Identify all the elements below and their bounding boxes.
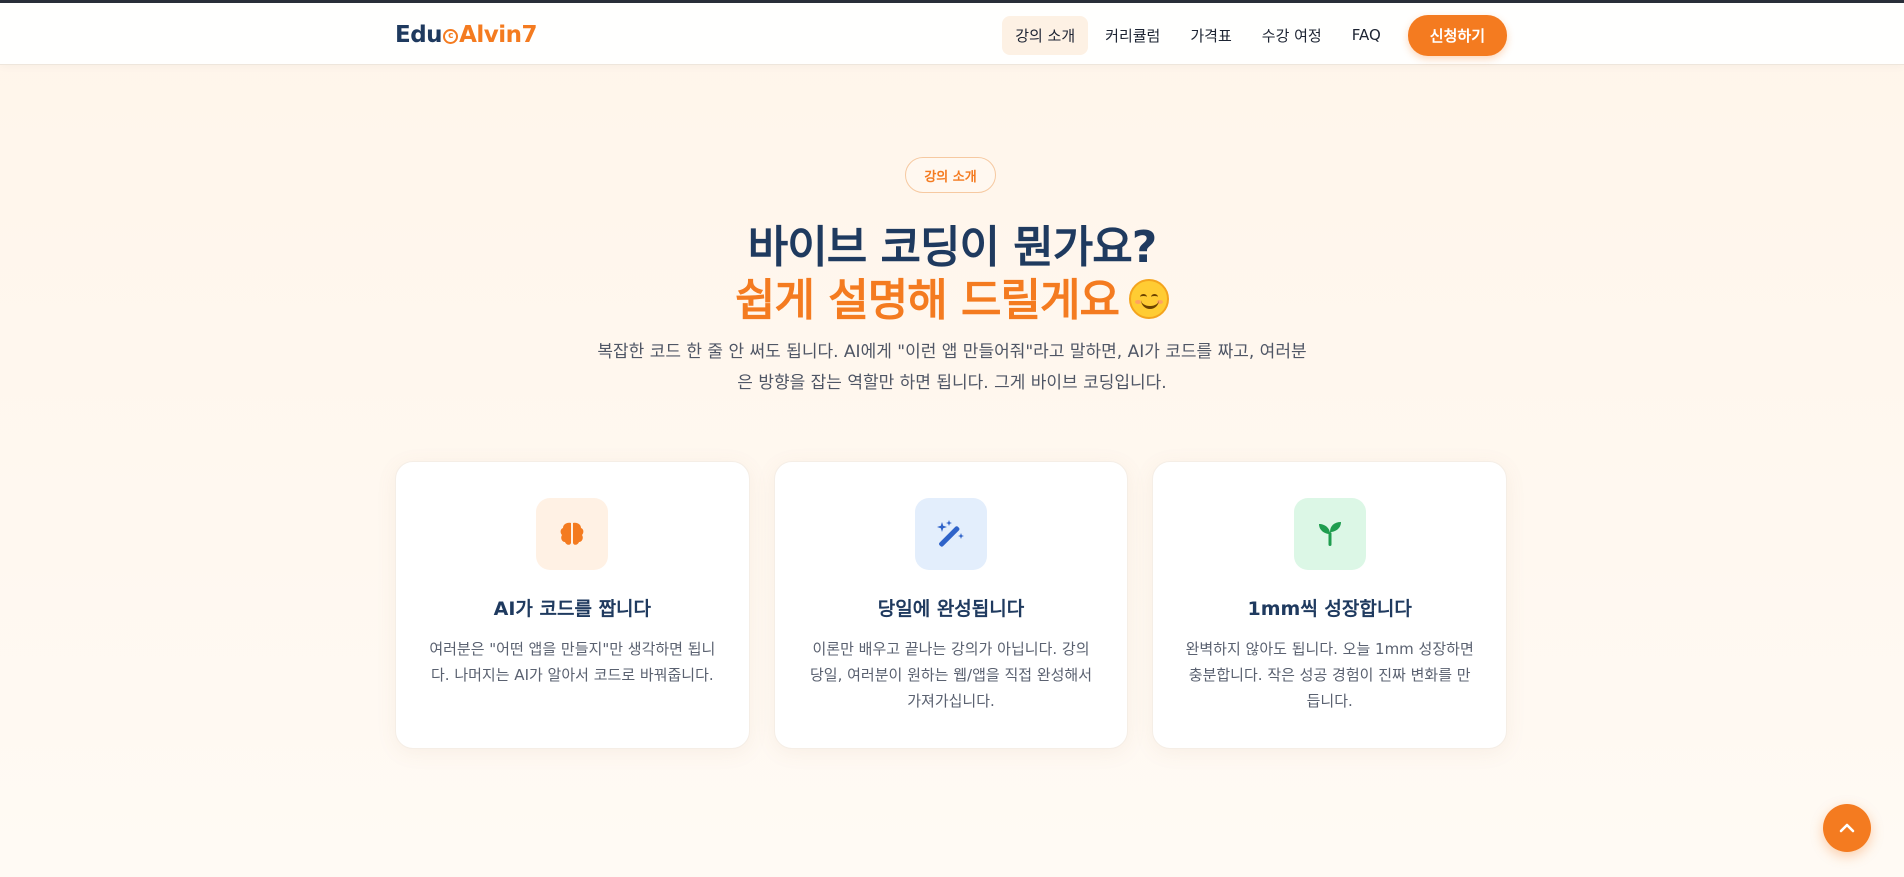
feature-icon-box	[915, 498, 987, 570]
logo-text-alvin7: Alvin7	[459, 22, 538, 48]
feature-icon-box	[536, 498, 609, 570]
main-nav: 강의 소개 커리큘럼 가격표 수강 여정 FAQ 신청하기	[1002, 14, 1507, 56]
magic-wand-icon	[937, 520, 964, 547]
feature-card-ai-code: AI가 코드를 짭니다 여러분은 "어떤 앱을 만들지"만 생각하면 됩니다. …	[395, 461, 750, 749]
feature-text: 이론만 배우고 끝나는 강의가 아닙니다. 강의 당일, 여러분이 원하는 웹/…	[809, 640, 1093, 710]
chevron-up-icon	[1839, 823, 1855, 833]
brain-icon	[560, 522, 584, 545]
feature-cards: AI가 코드를 짭니다 여러분은 "어떤 앱을 만들지"만 생각하면 됩니다. …	[395, 461, 1508, 749]
hero-title-line2: 쉽게 설명해 드릴게요	[0, 264, 1904, 328]
feature-text: 완벽하지 않아도 됩니다. 오늘 1mm 성장하면 충분합니다. 작은 성공 경…	[1185, 640, 1474, 710]
logo[interactable]: Edu c Alvin7	[395, 22, 538, 48]
nav-item-intro[interactable]: 강의 소개	[1002, 15, 1089, 55]
hero-title-line2-text: 쉽게 설명해 드릴게요	[735, 275, 1120, 326]
apply-button[interactable]: 신청하기	[1407, 14, 1507, 56]
nav-item-curriculum[interactable]: 커리큘럼	[1092, 16, 1173, 55]
site-header: Edu c Alvin7 강의 소개 커리큘럼 가격표 수강 여정 FAQ 신청…	[0, 3, 1904, 65]
section-badge: 강의 소개	[905, 157, 996, 193]
copyright-icon: c	[443, 29, 459, 44]
feature-title: 당일에 완성됩니다	[877, 598, 1025, 620]
logo-text-edu: Edu	[395, 22, 443, 48]
hero-description: 복잡한 코드 한 줄 안 써도 됩니다. AI에게 "이런 앱 만들어줘"라고 …	[597, 342, 1307, 393]
nav-item-pricing[interactable]: 가격표	[1177, 16, 1244, 55]
nav-item-faq[interactable]: FAQ	[1339, 17, 1394, 53]
feature-icon-box	[1293, 498, 1366, 570]
nav-item-journey[interactable]: 수강 여정	[1249, 16, 1335, 55]
feature-title: AI가 코드를 짭니다	[493, 598, 652, 620]
scroll-to-top-button[interactable]	[1823, 804, 1871, 852]
feature-card-growth: 1mm씩 성장합니다 완벽하지 않아도 됩니다. 오늘 1mm 성장하면 충분합…	[1152, 461, 1508, 749]
seedling-icon	[1318, 522, 1341, 546]
feature-text: 여러분은 "어떤 앱을 만들지"만 생각하면 됩니다. 나머지는 AI가 알아서…	[429, 640, 716, 684]
feature-title: 1mm씩 성장합니다	[1247, 598, 1412, 620]
feature-card-same-day: 당일에 완성됩니다 이론만 배우고 끝나는 강의가 아닙니다. 강의 당일, 여…	[773, 461, 1129, 749]
smile-emoji-icon	[1128, 279, 1169, 319]
